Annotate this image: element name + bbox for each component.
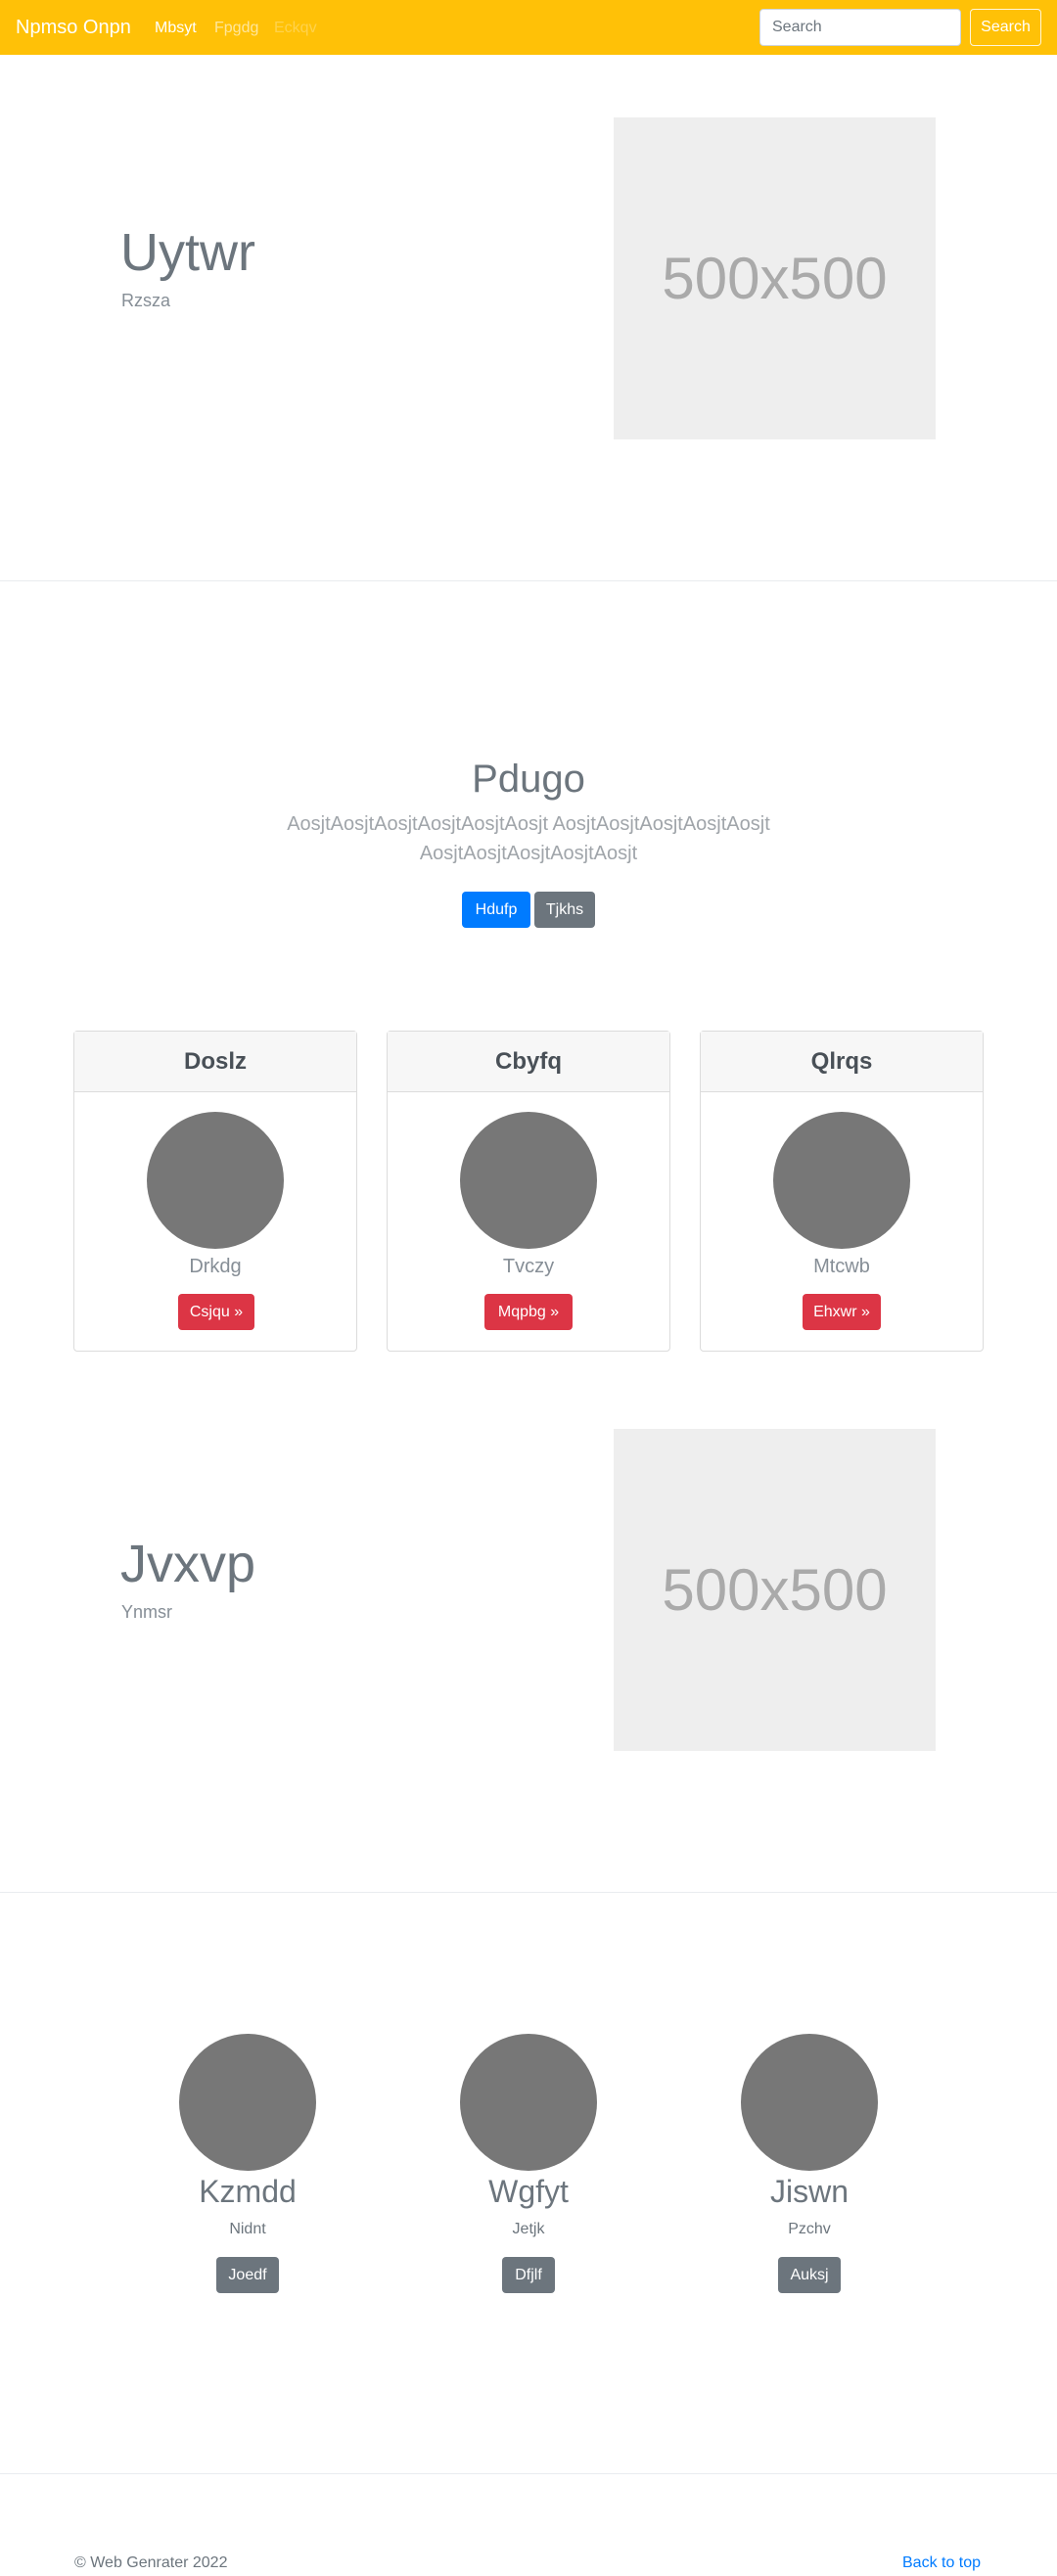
feature-1-image-placeholder: 500x500 <box>614 117 936 439</box>
back-to-top-link[interactable]: Back to top <box>902 2553 981 2573</box>
team-role: Pzchv <box>788 2221 831 2237</box>
card-label: Mtcwb <box>813 1256 870 1277</box>
card-doslz: Doslz Drkdg Csjqu » <box>73 1031 357 1352</box>
nav-link-mbsyt[interactable]: Mbsyt <box>155 18 197 39</box>
joedf-button[interactable]: Joedf <box>216 2257 279 2293</box>
footer-copyright: © Web Genrater 2022 <box>74 2554 228 2571</box>
team-avatar-kzmdd <box>179 2034 316 2171</box>
card-header: Doslz <box>74 1032 356 1092</box>
jumbotron-title: Pdugo <box>472 758 585 801</box>
team-avatar-wgfyt <box>460 2034 597 2171</box>
avatar-circle <box>147 1112 284 1249</box>
feature-2-title: Jvxvp <box>120 1535 256 1593</box>
feature-2-subtitle: Ynmsr <box>121 1602 173 1622</box>
nav-link-eckqv: Eckqv <box>274 20 317 36</box>
hdufp-button[interactable]: Hdufp <box>462 892 530 928</box>
navbar-brand[interactable]: Npmso Onpn <box>16 14 131 41</box>
placeholder-label: 500x500 <box>662 246 888 311</box>
team-avatar-jiswn <box>741 2034 878 2171</box>
jumbotron-lead-line-2: AosjtAosjtAosjtAosjtAosjt <box>419 843 638 864</box>
team-name: Kzmdd <box>199 2174 297 2209</box>
team-name: Wgfyt <box>488 2174 569 2209</box>
section-divider <box>0 580 1057 581</box>
team-role: Nidnt <box>229 2221 266 2237</box>
card-label: Drkdg <box>189 1256 242 1277</box>
feature-1-subtitle: Rzsza <box>121 291 171 310</box>
search-button[interactable]: Search <box>970 9 1041 46</box>
ehxwr-button[interactable]: Ehxwr » <box>803 1294 881 1330</box>
placeholder-label: 500x500 <box>662 1557 888 1623</box>
card-header: Cbyfq <box>388 1032 669 1092</box>
section-divider <box>0 1892 1057 1893</box>
csjqu-button[interactable]: Csjqu » <box>178 1294 254 1330</box>
auksj-button[interactable]: Auksj <box>778 2257 841 2293</box>
card-qlrqs: Qlrqs Mtcwb Ehxwr » <box>700 1031 984 1352</box>
team-role: Jetjk <box>512 2221 545 2237</box>
team-name: Jiswn <box>769 2174 849 2209</box>
avatar-circle <box>460 1112 597 1249</box>
feature-2-image-placeholder: 500x500 <box>614 1429 936 1751</box>
card-label: Tvczy <box>502 1256 555 1277</box>
mqpbg-button[interactable]: Mqpbg » <box>484 1294 573 1330</box>
card-header: Qlrqs <box>701 1032 983 1092</box>
search-input[interactable] <box>759 9 961 46</box>
feature-1-title: Uytwr <box>120 223 255 282</box>
card-cbyfq: Cbyfq Tvczy Mqpbg » <box>387 1031 670 1352</box>
jumbotron-lead-line-1: AosjtAosjtAosjtAosjtAosjtAosjt AosjtAosj… <box>287 813 770 835</box>
dfjlf-button[interactable]: Dfjlf <box>502 2257 555 2293</box>
nav-link-fpgdg[interactable]: Fpgdg <box>214 18 258 39</box>
tjkhs-button[interactable]: Tjkhs <box>534 892 595 928</box>
avatar-circle <box>773 1112 910 1249</box>
section-divider <box>0 2473 1057 2474</box>
